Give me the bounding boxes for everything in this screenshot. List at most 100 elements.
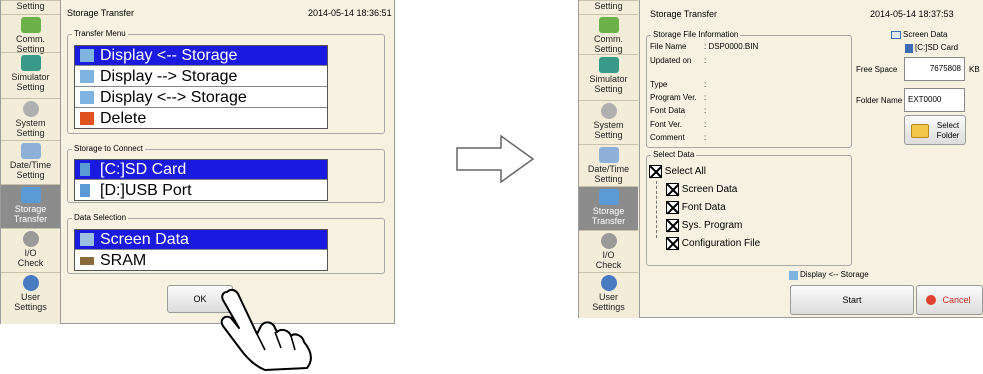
menu-item-label: Display <--> Storage [100,89,247,106]
sidebar-item-label: I/O Check [17,248,44,268]
storage-icon [80,91,94,104]
legend-screen-data: Screen Data [891,30,948,40]
title-bar: Storage Transfer 2014-05-14 18:37:53 [640,0,983,24]
sidebar-item-io[interactable]: I/O Check [1,228,60,272]
gear-icon [600,103,617,119]
sidebar-item-label: Date/Time Setting [587,164,630,184]
file-info-label: Font Ver. [650,120,683,129]
sd-card-icon [80,163,90,176]
cancel-button[interactable]: Cancel [916,285,983,315]
sidebar-item-setting[interactable]: Setting [1,0,60,14]
datetime: 2014-05-14 18:37:53 [870,9,954,19]
user-icon [22,275,39,291]
screen-icon [891,31,901,39]
hand-pointer-icon [220,288,312,371]
file-info-row: Comment [650,133,685,143]
start-button[interactable]: Start [790,285,914,315]
folder-name-field[interactable]: EXT0000 [904,88,965,112]
sidebar-item-datetime[interactable]: Date/Time Setting [579,144,638,186]
sidebar-item-datetime[interactable]: Date/Time Setting [1,140,60,184]
usb-icon [80,184,90,197]
direction-label: Display <-- Storage [789,270,869,280]
trash-icon [80,112,94,125]
sidebar-item-label: Setting [16,1,45,11]
file-info-row: Updated on [650,56,691,66]
sidebar-item-label: System Setting [593,120,624,140]
sidebar-item-system[interactable]: System Setting [579,100,638,144]
select-data-label: Screen Data [681,184,738,196]
user-icon [600,275,617,291]
cancel-icon [926,295,936,305]
checkbox[interactable] [666,237,679,250]
sidebar-item-setting[interactable]: Setting [579,0,638,14]
checkbox[interactable] [666,219,679,232]
sidebar-item-system[interactable]: System Setting [1,98,60,140]
data-item-sram[interactable]: SRAM [75,251,327,271]
legend-screen-label: Screen Data [903,30,948,39]
screen-icon [80,233,94,246]
sidebar-item-user[interactable]: User Settings [579,272,638,318]
select-data-label: Font Data [681,202,726,214]
select-data-item-sys-program[interactable]: Sys. Program [666,219,742,233]
select-folder-button[interactable]: Select Folder [904,115,966,145]
sidebar-item-storage[interactable]: Storage Transfer [579,186,638,230]
select-data-item-font[interactable]: Font Data [666,201,726,215]
storage-item-label: [D:]USB Port [100,182,192,199]
select-data-label: Sys. Program [681,220,743,232]
sidebar-item-simulator[interactable]: Simulator Setting [1,52,60,98]
data-item-screen[interactable]: Screen Data [75,230,327,250]
sidebar-item-storage[interactable]: Storage Transfer [1,184,60,228]
file-info-value: : [704,80,707,89]
transfer-menu-list: Display <-- Storage Display --> Storage … [74,45,328,129]
storage-item-sd-card[interactable]: [C:]SD Card [75,160,327,180]
group-title: Transfer Menu [72,29,128,39]
menu-item-display-both[interactable]: Display <--> Storage [75,88,327,108]
menu-item-display-to-storage[interactable]: Display --> Storage [75,67,327,87]
select-all-checkbox[interactable] [649,165,662,178]
sidebar-item-label: User Settings [592,292,625,312]
storage-item-label: [C:]SD Card [100,161,187,178]
sidebar-item-simulator[interactable]: Simulator Setting [579,54,638,100]
page-title: Storage Transfer [650,9,718,19]
menu-item-delete[interactable]: Delete [75,109,327,129]
sidebar-item-comm[interactable]: Comm. Setting [1,14,60,54]
left-screen: Storage Transfer 2014-05-14 18:36:51 Tra… [61,0,395,324]
select-all-row[interactable]: Select All [649,165,706,179]
sidebar-item-comm[interactable]: Comm. Setting [579,14,638,54]
simulator-icon [20,55,41,71]
free-space-unit: KB [969,65,980,74]
data-item-label: SRAM [100,252,147,269]
sidebar-item-io[interactable]: I/O Check [579,230,638,272]
checkbox[interactable] [666,201,679,214]
sidebar-item-label: Storage Transfer [591,206,626,226]
legend-storage-label: [C:]SD Card [915,43,959,52]
storage-icon [80,49,94,62]
cancel-button-label: Cancel [942,295,971,305]
storage-icon [598,189,619,205]
folder-icon [911,124,929,138]
group-title: Data Selection [72,213,129,223]
simulator-icon [598,57,619,73]
menu-item-display-from-storage[interactable]: Display <-- Storage [75,46,327,66]
file-info-value: : [704,56,707,65]
start-button-label: Start [842,295,862,305]
data-selection-list: Screen Data SRAM [74,229,328,271]
group-title: Storage File Information [651,30,741,40]
checkbox[interactable] [666,183,679,196]
select-data-group: Select Data Select All Screen Data Font … [646,150,852,266]
file-info-value: : [704,120,707,129]
storage-item-usb[interactable]: [D:]USB Port [75,181,327,201]
page-title: Storage Transfer [67,8,135,18]
group-title: Storage to Connect [72,144,145,154]
transfer-menu-group: Transfer Menu Display <-- Storage Displa… [67,29,385,134]
sidebar-item-user[interactable]: User Settings [1,272,60,324]
select-data-item-screen[interactable]: Screen Data [666,183,737,197]
left-sidebar: Setting Comm. Setting Simulator Setting … [0,0,61,324]
sidebar-item-label: Setting [594,1,623,11]
sidebar-item-label: User Settings [14,292,47,312]
file-info-label: Type [650,80,668,89]
right-screen: Storage Transfer 2014-05-14 18:37:53 Sto… [640,0,983,318]
select-data-item-config[interactable]: Configuration File [666,237,760,251]
sidebar-item-label: Date/Time Setting [9,160,52,180]
storage-icon [80,70,94,83]
